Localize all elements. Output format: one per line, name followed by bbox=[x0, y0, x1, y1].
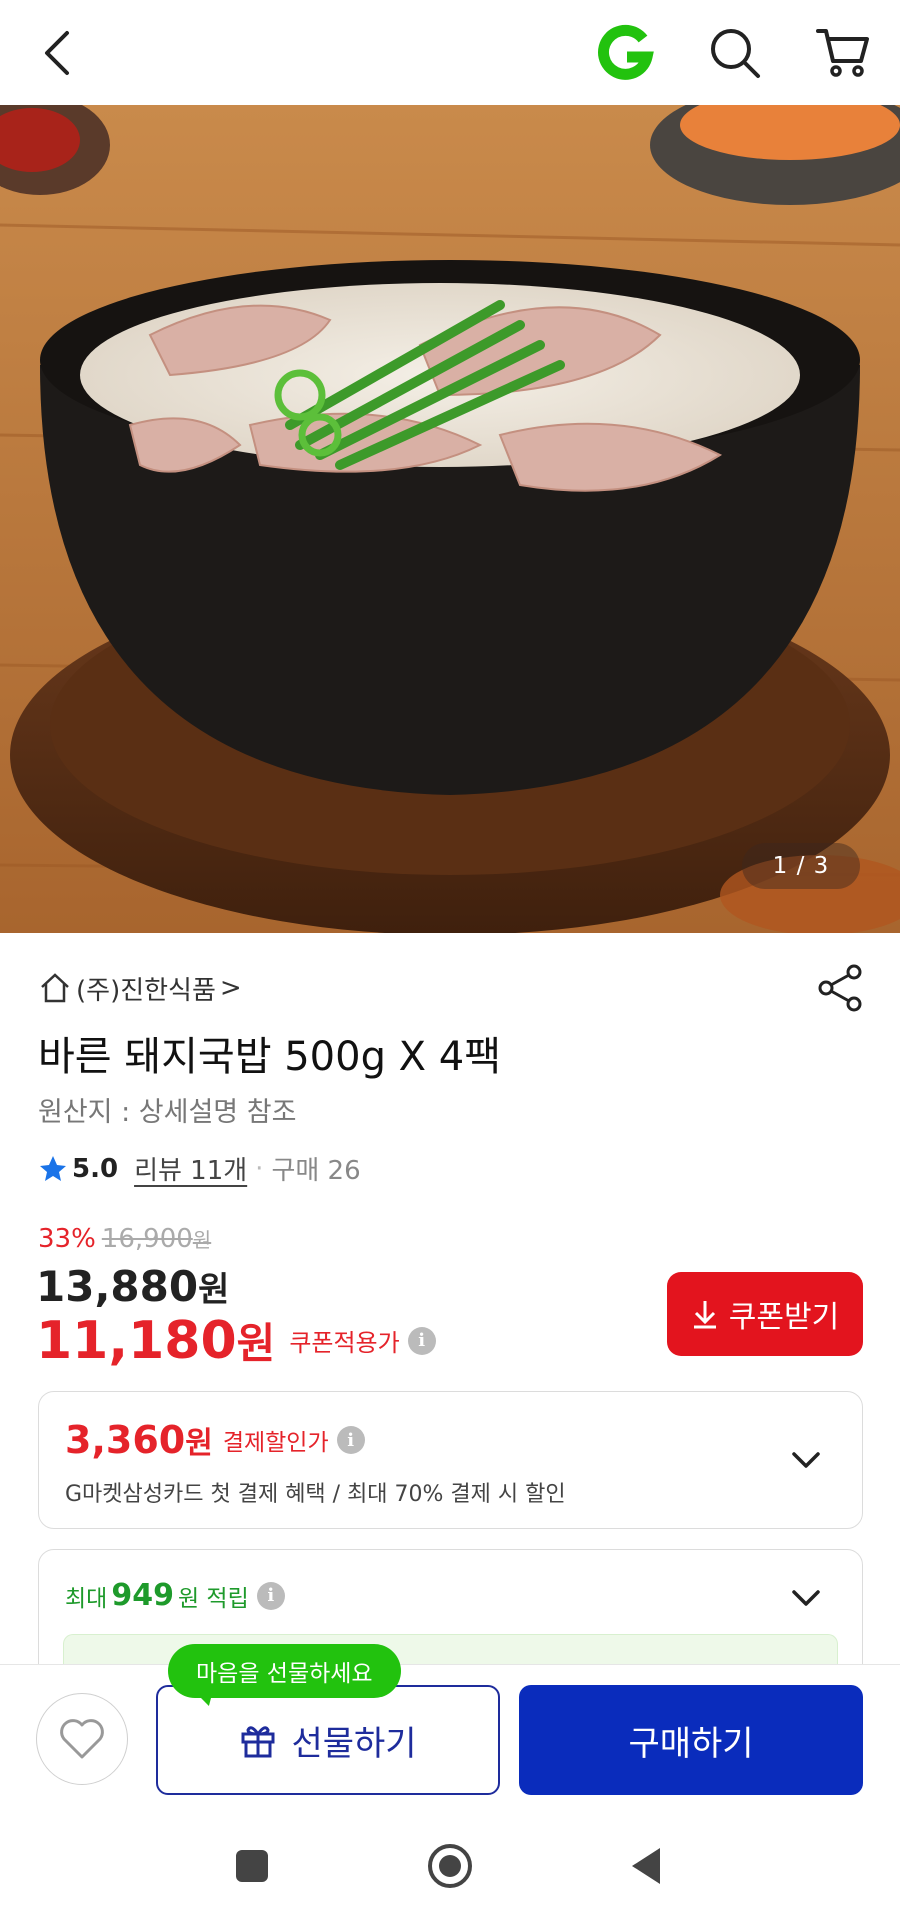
points-suffix: 원 적립 bbox=[177, 1585, 249, 1612]
review-link[interactable]: 리뷰 11개 bbox=[134, 1150, 247, 1187]
payment-discount-value: 3,360 bbox=[65, 1418, 186, 1462]
gift-icon bbox=[241, 1726, 275, 1758]
home-button[interactable] bbox=[418, 1834, 482, 1898]
cart-icon bbox=[816, 29, 869, 77]
system-back-button[interactable] bbox=[614, 1834, 678, 1898]
top-header bbox=[0, 0, 900, 105]
chevron-right-icon: > bbox=[219, 973, 242, 1003]
search-button[interactable] bbox=[700, 18, 770, 88]
star-icon bbox=[40, 1155, 66, 1181]
discount-row: 33% 16,900원 bbox=[38, 1224, 211, 1254]
points-prefix: 최대 bbox=[65, 1585, 108, 1612]
product-title: 바른 돼지국밥 500g X 4팩 bbox=[38, 1034, 502, 1080]
image-counter: 1 / 3 bbox=[742, 843, 860, 889]
chevron-down-icon[interactable] bbox=[788, 1580, 824, 1616]
sale-price: 13,880원 bbox=[36, 1262, 229, 1311]
rating-score: 5.0 bbox=[72, 1153, 119, 1184]
coupon-download-button[interactable]: 쿠폰받기 bbox=[667, 1272, 863, 1356]
coupon-price-value: 11,180 bbox=[36, 1310, 237, 1371]
origin-info: 원산지 : 상세설명 참조 bbox=[38, 1097, 297, 1128]
coupon-price-label: 쿠폰적용가 bbox=[289, 1329, 400, 1357]
original-price-unit: 원 bbox=[192, 1228, 212, 1252]
payment-discount-amount: 3,360 원 결제할인가 i bbox=[65, 1418, 365, 1462]
heart-icon bbox=[60, 1719, 104, 1759]
recent-apps-button[interactable] bbox=[220, 1834, 284, 1898]
gift-button-label: 선물하기 bbox=[291, 1723, 417, 1764]
gmarket-logo-icon bbox=[598, 24, 654, 80]
recent-apps-icon bbox=[236, 1850, 268, 1882]
coupon-price-unit: 원 bbox=[236, 1319, 276, 1368]
share-icon bbox=[818, 964, 862, 1012]
cart-button[interactable] bbox=[808, 18, 878, 88]
home-circle-icon bbox=[428, 1844, 472, 1888]
separator-dot: · bbox=[255, 1153, 264, 1184]
coupon-price: 11,180 원 쿠폰적용가 i bbox=[36, 1310, 436, 1371]
info-icon[interactable]: i bbox=[256, 1581, 285, 1610]
payment-discount-label: 결제할인가 bbox=[222, 1430, 329, 1456]
gmarket-logo-button[interactable] bbox=[590, 18, 660, 88]
payment-discount-description: G마켓삼성카드 첫 결제 혜택 / 최대 70% 결제 시 할인 bbox=[65, 1482, 566, 1507]
discount-rate: 33% bbox=[38, 1224, 96, 1254]
info-icon[interactable]: i bbox=[407, 1326, 436, 1355]
original-price-value: 16,900 bbox=[101, 1224, 193, 1254]
info-icon[interactable]: i bbox=[336, 1426, 365, 1454]
points-info: 최대 949 원 적립 i bbox=[65, 1578, 285, 1613]
chevron-left-icon bbox=[45, 31, 69, 75]
seller-link[interactable]: (주)진한식품 > bbox=[38, 968, 242, 1008]
search-icon bbox=[711, 29, 760, 78]
product-image-carousel[interactable]: 1 / 3 bbox=[0, 105, 900, 933]
sale-price-value: 13,880 bbox=[36, 1262, 199, 1311]
original-price: 16,900원 bbox=[102, 1224, 211, 1254]
sale-price-unit: 원 bbox=[198, 1270, 230, 1310]
purchase-count: 구매 26 bbox=[271, 1156, 361, 1186]
wishlist-button[interactable] bbox=[36, 1693, 128, 1785]
seller-name: (주)진한식품 bbox=[76, 975, 216, 1006]
coupon-button-label: 쿠폰받기 bbox=[728, 1300, 840, 1335]
share-button[interactable] bbox=[814, 962, 866, 1014]
download-icon bbox=[693, 1301, 716, 1329]
system-navigation-bar bbox=[0, 1814, 900, 1920]
home-icon bbox=[41, 973, 69, 1003]
points-value: 949 bbox=[111, 1578, 174, 1613]
payment-discount-unit: 원 bbox=[185, 1426, 213, 1461]
chevron-down-icon[interactable] bbox=[788, 1442, 824, 1478]
buy-button[interactable]: 구매하기 bbox=[519, 1685, 863, 1795]
product-photo bbox=[0, 105, 900, 933]
back-button[interactable] bbox=[22, 18, 92, 88]
bottom-action-bar: 선물하기 구매하기 bbox=[0, 1664, 900, 1814]
payment-discount-card[interactable]: 3,360 원 결제할인가 i G마켓삼성카드 첫 결제 혜택 / 최대 70%… bbox=[38, 1391, 863, 1529]
rating-row: 5.0 리뷰 11개 · 구매 26 bbox=[38, 1150, 361, 1187]
back-triangle-icon bbox=[632, 1848, 660, 1884]
